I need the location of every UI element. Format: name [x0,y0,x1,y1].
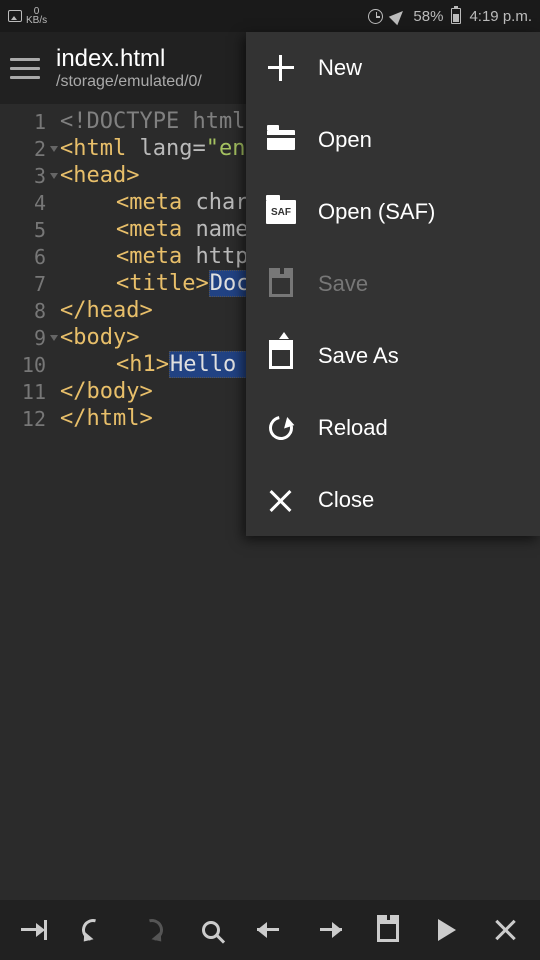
menu-open-saf[interactable]: SAF Open (SAF) [246,176,540,248]
folder-icon [266,125,296,155]
clock: 4:19 p.m. [469,8,532,25]
menu-reload-label: Reload [318,415,388,441]
file-title: index.html [56,45,202,73]
menu-save-label: Save [318,271,368,297]
line-number: 4 [0,189,56,216]
run-button[interactable] [424,907,470,953]
status-bar: 0 KB/s 58% 4:19 p.m. [0,0,540,32]
line-number: 2 [0,135,56,162]
line-number: 12 [0,405,56,432]
line-number: 3 [0,162,56,189]
bottom-toolbar [0,900,540,960]
menu-open-label: Open [318,127,372,153]
network-speed: 0 KB/s [26,7,47,25]
line-number: 6 [0,243,56,270]
menu-close[interactable]: Close [246,464,540,536]
battery-icon [451,8,461,24]
line-number: 1 [0,108,56,135]
line-number: 10 [0,351,56,378]
file-path: /storage/emulated/0/ [56,73,202,91]
menu-button[interactable] [10,58,40,79]
alarm-icon [368,9,383,24]
redo-button[interactable] [129,907,175,953]
line-number: 9 [0,324,56,351]
line-number: 5 [0,216,56,243]
reload-icon [266,413,296,443]
search-button[interactable] [188,907,234,953]
line-number: 11 [0,378,56,405]
undo-button[interactable] [70,907,116,953]
forward-button[interactable] [306,907,352,953]
airplane-mode-icon [389,7,407,25]
save-as-icon [266,341,296,371]
line-number: 7 [0,270,56,297]
menu-reload[interactable]: Reload [246,392,540,464]
menu-open[interactable]: Open [246,104,540,176]
menu-open-saf-label: Open (SAF) [318,199,435,225]
save-icon [266,269,296,299]
save-button[interactable] [365,907,411,953]
file-menu-popup: New Open SAF Open (SAF) Save Save As Rel… [246,32,540,536]
plus-icon [266,53,296,83]
close-icon [266,485,296,515]
menu-save[interactable]: Save [246,248,540,320]
menu-save-as[interactable]: Save As [246,320,540,392]
back-button[interactable] [247,907,293,953]
indent-button[interactable] [11,907,57,953]
line-number: 8 [0,297,56,324]
menu-save-as-label: Save As [318,343,399,369]
menu-close-label: Close [318,487,374,513]
menu-new[interactable]: New [246,32,540,104]
menu-new-label: New [318,55,362,81]
line-number-gutter: 123456789101112 [0,104,56,432]
saf-folder-icon: SAF [266,197,296,227]
close-button[interactable] [483,907,529,953]
battery-percent: 58% [413,8,443,25]
picture-icon [8,10,22,22]
